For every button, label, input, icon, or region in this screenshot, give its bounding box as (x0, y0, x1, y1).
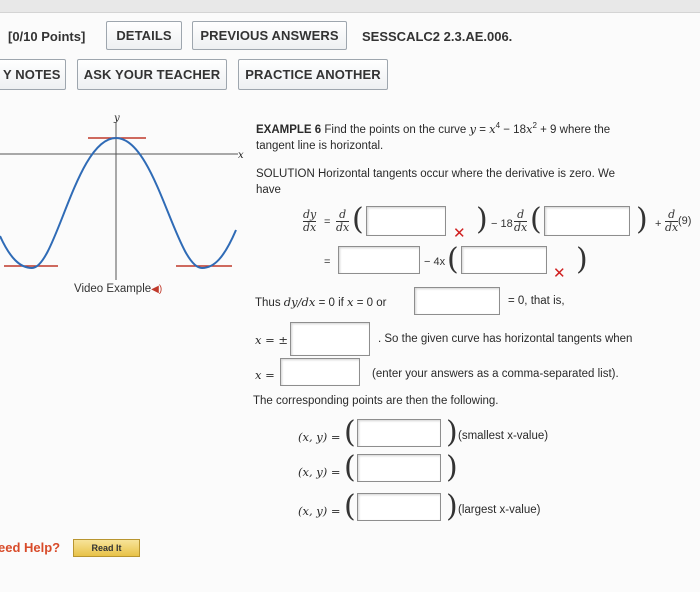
my-notes-button[interactable]: Y NOTES (0, 59, 66, 90)
points-intro: The corresponding points are then the fo… (253, 395, 499, 407)
example-text-a: Find the points on the curve (324, 123, 470, 136)
solution-text: Horizontal tangents occur where the deri… (318, 168, 616, 180)
constant-nine: (9) (678, 215, 692, 227)
equals-sign-2: = (324, 256, 331, 268)
details-button[interactable]: DETAILS (106, 21, 182, 50)
close-paren-point-3: ) (446, 489, 458, 524)
close-paren-3: ) (576, 242, 588, 277)
x-plusminus-label: x = ± (255, 333, 289, 347)
frac-numerator-d: d (668, 208, 676, 221)
d-dx-operator-2: d dx (514, 208, 528, 234)
problem-id: SESSCALC2 2.3.AE.006. (362, 29, 513, 44)
example-label: EXAMPLE 6 (256, 123, 322, 136)
largest-x-hint: (largest x-value) (458, 504, 541, 516)
x-var: x (347, 295, 354, 309)
answer-input-nonzero-factor[interactable] (414, 287, 500, 315)
solution-paragraph: SOLUTION Horizontal tangents occur where… (256, 166, 686, 198)
eq0-that-is: = 0, that is, (508, 295, 565, 307)
frac-numerator-dy: dy (303, 208, 317, 221)
answer-input-point-smallest[interactable] (357, 419, 441, 447)
read-it-button[interactable]: Read It (73, 539, 140, 557)
solution-label: SOLUTION (256, 168, 315, 180)
answer-input-factor[interactable] (461, 246, 547, 274)
point-label-3: (x, y) = (298, 504, 341, 518)
close-paren-point-2: ) (446, 450, 458, 485)
open-paren-3: ( (447, 242, 459, 277)
smallest-x-hint: (smallest x-value) (458, 430, 549, 442)
example-statement: EXAMPLE 6 Find the points on the curve y… (256, 118, 686, 154)
plus-sign: + (655, 218, 662, 230)
frac-numerator-d: d (517, 208, 525, 221)
close-paren-point-1: ) (446, 415, 458, 450)
example-text-b: where the (556, 123, 611, 136)
close-paren-2: ) (636, 202, 648, 237)
answer-input-x-list[interactable] (280, 358, 360, 386)
answer-input-point-middle[interactable] (357, 454, 441, 482)
answer-input-derivative-x4[interactable] (366, 206, 446, 236)
x-equals-label: x = (255, 368, 275, 382)
answer-input-derivative-x2[interactable] (544, 206, 630, 236)
open-paren-point-3: ( (344, 489, 356, 524)
quartic-curve (0, 136, 237, 270)
curve-eq: = (476, 123, 490, 136)
point-label-2: (x, y) = (298, 465, 341, 479)
horizontal-tangents-text: . So the given curve has horizontal tang… (378, 333, 633, 345)
practice-another-button[interactable]: PRACTICE ANOTHER (238, 59, 388, 90)
term-minus18: − 18 (500, 123, 526, 136)
minus-4x: − 4x (424, 256, 446, 268)
equals-sign-1: = (324, 216, 331, 228)
ask-teacher-button[interactable]: ASK YOUR TEACHER (77, 59, 227, 90)
thus-word: Thus (255, 297, 281, 309)
answer-input-x-plusminus[interactable] (290, 322, 370, 356)
point-label-1: (x, y) = (298, 430, 341, 444)
close-paren-1: ) (476, 202, 488, 237)
answer-input-point-largest[interactable] (357, 493, 441, 521)
solution-text2: have (256, 184, 281, 196)
eq0-if: = 0 if (318, 297, 344, 309)
curve-graph (0, 122, 238, 280)
speaker-icon: ◀) (151, 284, 163, 295)
eq0-or: = 0 or (356, 297, 387, 309)
frac-denominator-dx: dx (303, 221, 317, 234)
video-example-link[interactable]: Video Example◀) (74, 283, 162, 295)
minus-18: − 18 (491, 218, 513, 230)
points-label: [0/10 Points] (8, 29, 86, 44)
thus-statement: Thus dy/dx = 0 if x = 0 or (255, 295, 386, 309)
open-paren-2: ( (530, 202, 542, 237)
d-dx-operator-3: d dx (665, 208, 679, 234)
video-example-label: Video Example (74, 283, 152, 295)
dydx-expr: dy/dx (283, 295, 316, 309)
frac-numerator-d: d (339, 208, 347, 221)
frac-denominator-dx: dx (336, 221, 350, 234)
answer-input-derivative-result[interactable] (338, 246, 420, 274)
graph-y-label: y (114, 113, 120, 124)
d-dx-operator-1: d dx (336, 208, 350, 234)
open-paren-1: ( (352, 202, 364, 237)
frac-denominator-dx: dx (514, 221, 528, 234)
open-paren-point-2: ( (344, 450, 356, 485)
graph-x-label: x (238, 150, 244, 161)
wrong-mark-icon: ✕ (453, 225, 466, 242)
comma-list-hint: (enter your answers as a comma-separated… (372, 368, 619, 380)
frac-denominator-dx: dx (665, 221, 679, 234)
dy-dx-fraction: dy dx (303, 208, 317, 234)
example-line2: tangent line is horizontal. (256, 139, 384, 152)
need-help-label: eed Help? (0, 540, 61, 555)
term-plus9: + 9 (536, 123, 557, 136)
open-paren-point-1: ( (344, 415, 356, 450)
wrong-mark-icon: ✕ (553, 265, 566, 282)
window-top-strip (0, 0, 700, 13)
previous-answers-button[interactable]: PREVIOUS ANSWERS (192, 21, 347, 50)
